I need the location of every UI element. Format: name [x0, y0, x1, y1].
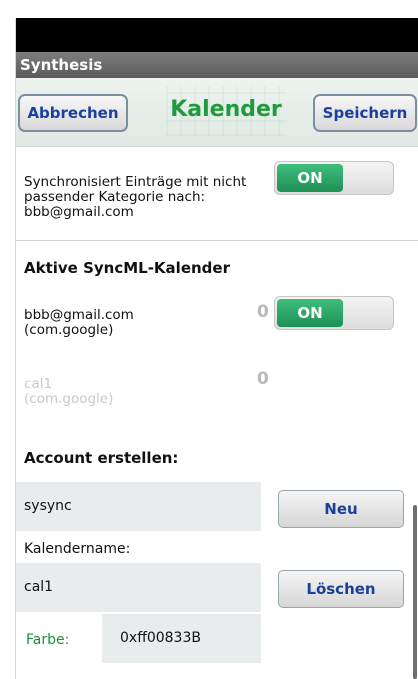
sync-other-line3: bbb@gmail.com — [24, 204, 134, 220]
calendar-name-label: Kalendername: — [24, 541, 131, 557]
color-value-field[interactable]: 0xff00833B — [102, 614, 261, 663]
calendar-item-2: cal1 (com.google) — [24, 377, 224, 407]
app-title: Synthesis — [20, 56, 103, 74]
screen: Synthesis Abbrechen Kalender Speichern S… — [0, 0, 418, 679]
page-title: Kalender — [170, 97, 282, 122]
delete-calendar-button[interactable]: Löschen — [278, 570, 404, 608]
status-bar — [16, 18, 418, 52]
sync-other-toggle-on: ON — [277, 164, 343, 192]
active-calendars-title: Aktive SyncML-Kalender — [24, 259, 230, 277]
calendar-name-field[interactable]: cal1 — [16, 563, 261, 612]
scrollbar[interactable] — [413, 505, 417, 679]
calendar-item-1-toggle-on: ON — [277, 299, 343, 327]
calendar-item-1-source: (com.google) — [24, 322, 114, 338]
calendar-header: Abbrechen Kalender Speichern — [16, 78, 418, 147]
divider — [16, 240, 418, 241]
calendar-item-1-toggle[interactable]: ON — [274, 296, 394, 330]
device-screen: Synthesis Abbrechen Kalender Speichern S… — [15, 18, 418, 679]
calendar-item-2-name: cal1 — [24, 376, 53, 392]
left-margin — [0, 0, 15, 679]
save-button[interactable]: Speichern — [313, 94, 417, 132]
calendar-item-2-count: 0 — [257, 369, 269, 389]
account-name-field[interactable]: sysync — [16, 482, 261, 531]
sync-other-line2: passender Kategorie nach: — [24, 189, 206, 205]
sync-other-line1: Synchronisiert Einträge mit nicht — [24, 174, 247, 190]
calendar-item-1-count: 0 — [257, 302, 269, 322]
app-title-bar: Synthesis — [16, 52, 418, 78]
new-account-button[interactable]: Neu — [278, 490, 404, 528]
sync-other-toggle[interactable]: ON — [274, 161, 394, 195]
calendar-item-2-source: (com.google) — [24, 391, 114, 407]
calendar-item-1-name: bbb@gmail.com — [24, 307, 134, 323]
calendar-item-1: bbb@gmail.com (com.google) — [24, 308, 224, 338]
sync-other-description: Synchronisiert Einträge mit nicht passen… — [24, 175, 274, 220]
cancel-button[interactable]: Abbrechen — [18, 94, 128, 132]
account-create-title: Account erstellen: — [24, 449, 179, 467]
color-label: Farbe: — [26, 632, 70, 648]
